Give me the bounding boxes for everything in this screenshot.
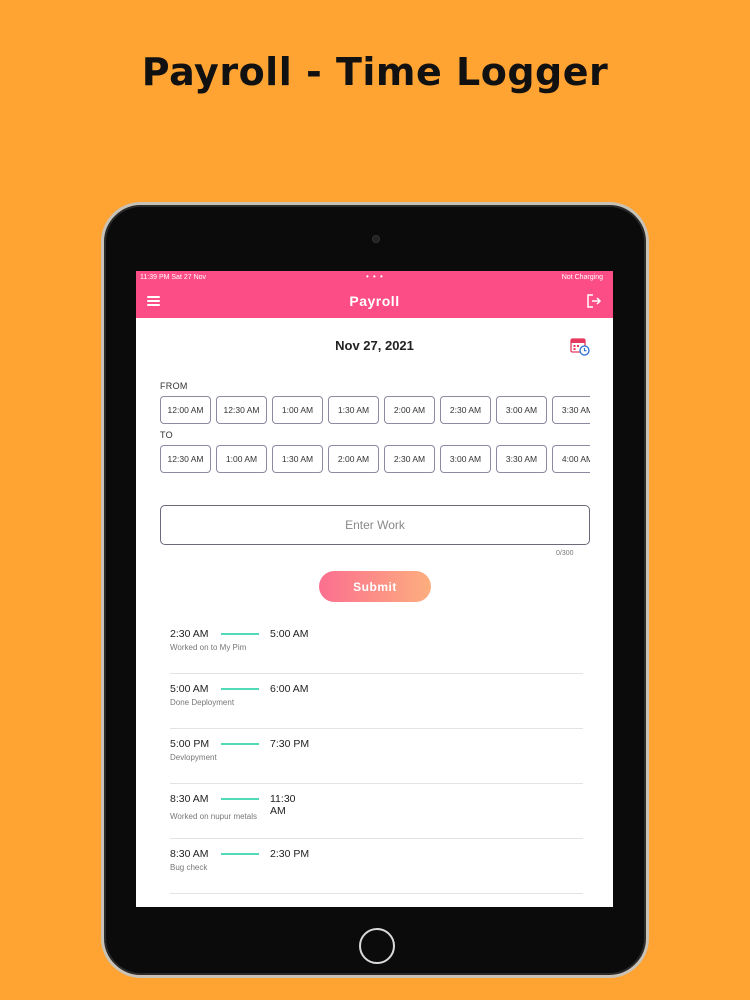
duration-line (221, 633, 259, 635)
log-end-time: 5:00 AM (270, 628, 309, 640)
from-slot[interactable]: 1:30 AM (328, 396, 379, 424)
logout-icon[interactable] (586, 293, 602, 309)
log-description: Worked on nupur metals (170, 812, 258, 821)
app-screen: 11:39 PM Sat 27 Nov • • • Not Charging P… (136, 271, 613, 907)
status-bar: 11:39 PM Sat 27 Nov • • • Not Charging (136, 271, 613, 285)
enter-work-input[interactable] (160, 505, 590, 545)
to-slot[interactable]: 2:30 AM (384, 445, 435, 473)
to-label: TO (160, 430, 173, 440)
to-slot[interactable]: 4:00 AM (552, 445, 590, 473)
calendar-clock-icon[interactable] (570, 336, 590, 356)
from-label: FROM (160, 381, 188, 391)
log-start-time: 5:00 PM (170, 738, 210, 750)
submit-button[interactable]: Submit (319, 571, 431, 602)
to-slot[interactable]: 2:00 AM (328, 445, 379, 473)
list-item[interactable]: 2:30 AM 5:00 AM Worked on to My Pim (170, 619, 583, 674)
app-header: 11:39 PM Sat 27 Nov • • • Not Charging P… (136, 271, 613, 318)
to-slot[interactable]: 1:00 AM (216, 445, 267, 473)
status-time-date: 11:39 PM Sat 27 Nov (140, 274, 207, 281)
log-start-time: 8:30 AM (170, 793, 209, 805)
from-slot[interactable]: 12:00 AM (160, 396, 211, 424)
to-slot[interactable]: 3:00 AM (440, 445, 491, 473)
from-slot[interactable]: 3:30 AM (552, 396, 590, 424)
log-end-time: 2:30 PM (270, 848, 310, 860)
from-slot[interactable]: 12:30 AM (216, 396, 267, 424)
duration-line (221, 688, 259, 690)
duration-line (221, 743, 259, 745)
multitask-dots: • • • (366, 272, 384, 281)
list-item[interactable]: 5:00 AM 6:00 AM Done Deployment (170, 674, 583, 729)
home-button[interactable] (359, 928, 395, 964)
log-start-time: 2:30 AM (170, 628, 209, 640)
log-description: Done Deployment (170, 698, 235, 707)
log-end-time: 6:00 AM (270, 683, 309, 695)
list-item[interactable]: 5:00 PM 7:30 PM Devlopyment (170, 729, 583, 784)
front-camera (372, 235, 380, 243)
log-end-time: 11:30 AM (270, 793, 296, 817)
to-time-slots: 12:30 AM 1:00 AM 1:30 AM 2:00 AM 2:30 AM 3:00… (160, 445, 590, 475)
from-time-slots: 12:00 AM 12:30 AM 1:00 AM 1:30 AM 2:00 AM 2:3… (160, 396, 590, 426)
promo-headline: Payroll - Time Logger (141, 50, 609, 94)
log-description: Bug check (170, 863, 208, 872)
character-counter: 0/300 (556, 550, 574, 557)
list-item[interactable]: 8:30 AM 11:30 AM Worked on nupur metals (170, 784, 583, 839)
battery-status: Not Charging (561, 274, 603, 281)
to-slot[interactable]: 12:30 AM (160, 445, 211, 473)
log-description: Worked on to My Pim (170, 643, 247, 652)
log-start-time: 8:30 AM (170, 848, 209, 860)
duration-line (221, 798, 259, 800)
log-end-time: 7:30 PM (270, 738, 310, 750)
from-slot[interactable]: 2:00 AM (384, 396, 435, 424)
app-title: Payroll (349, 293, 400, 309)
time-log-list: 2:30 AM 5:00 AM Worked on to My Pim 5:00… (170, 619, 583, 894)
from-slot[interactable]: 1:00 AM (272, 396, 323, 424)
log-description: Devlopyment (170, 753, 217, 762)
to-slot[interactable]: 1:30 AM (272, 445, 323, 473)
list-item[interactable]: 8:30 AM 2:30 PM Bug check (170, 839, 583, 894)
to-slot[interactable]: 3:30 AM (496, 445, 547, 473)
duration-line (221, 853, 259, 855)
from-slot[interactable]: 3:00 AM (496, 396, 547, 424)
selected-date: Nov 27, 2021 (335, 338, 414, 353)
from-slot[interactable]: 2:30 AM (440, 396, 491, 424)
log-start-time: 5:00 AM (170, 683, 209, 695)
